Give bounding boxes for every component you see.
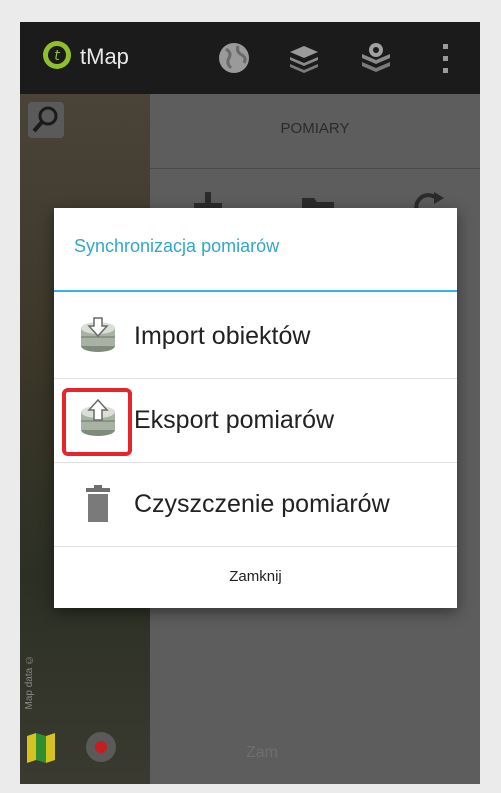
import-objects-item[interactable]: Import obiektów — [54, 294, 457, 378]
globe-icon[interactable] — [216, 40, 252, 76]
search-icon[interactable] — [28, 102, 64, 138]
layers-icon[interactable] — [286, 40, 322, 76]
panel-divider — [150, 168, 480, 169]
panel-hint: Zam — [246, 744, 278, 761]
map-book-icon[interactable] — [24, 730, 58, 764]
map-pin-layers-icon[interactable] — [358, 40, 394, 76]
dialog-title-rule — [54, 290, 457, 292]
trash-icon — [86, 485, 110, 522]
clear-measurements-label: Czyszczenie pomiarów — [134, 490, 390, 518]
close-button[interactable]: Zamknij — [54, 546, 457, 608]
svg-text:t: t — [54, 48, 60, 64]
panel-title: POMIARY — [280, 120, 350, 137]
record-icon[interactable] — [84, 730, 118, 764]
overflow-menu-icon[interactable] — [440, 42, 450, 76]
database-import-icon — [81, 317, 115, 352]
app-title: tMap — [80, 44, 129, 69]
map-credit: Map data © — [24, 654, 35, 710]
export-measurements-label: Eksport pomiarów — [134, 406, 335, 434]
action-bar: t tMap — [20, 22, 480, 94]
dialog-title: Synchronizacja pomiarów — [74, 236, 280, 256]
import-objects-label: Import obiektów — [134, 322, 311, 350]
clear-measurements-item[interactable]: Czyszczenie pomiarów — [54, 462, 457, 546]
highlight-box — [62, 388, 132, 456]
app-logo-icon[interactable]: t — [42, 40, 72, 70]
